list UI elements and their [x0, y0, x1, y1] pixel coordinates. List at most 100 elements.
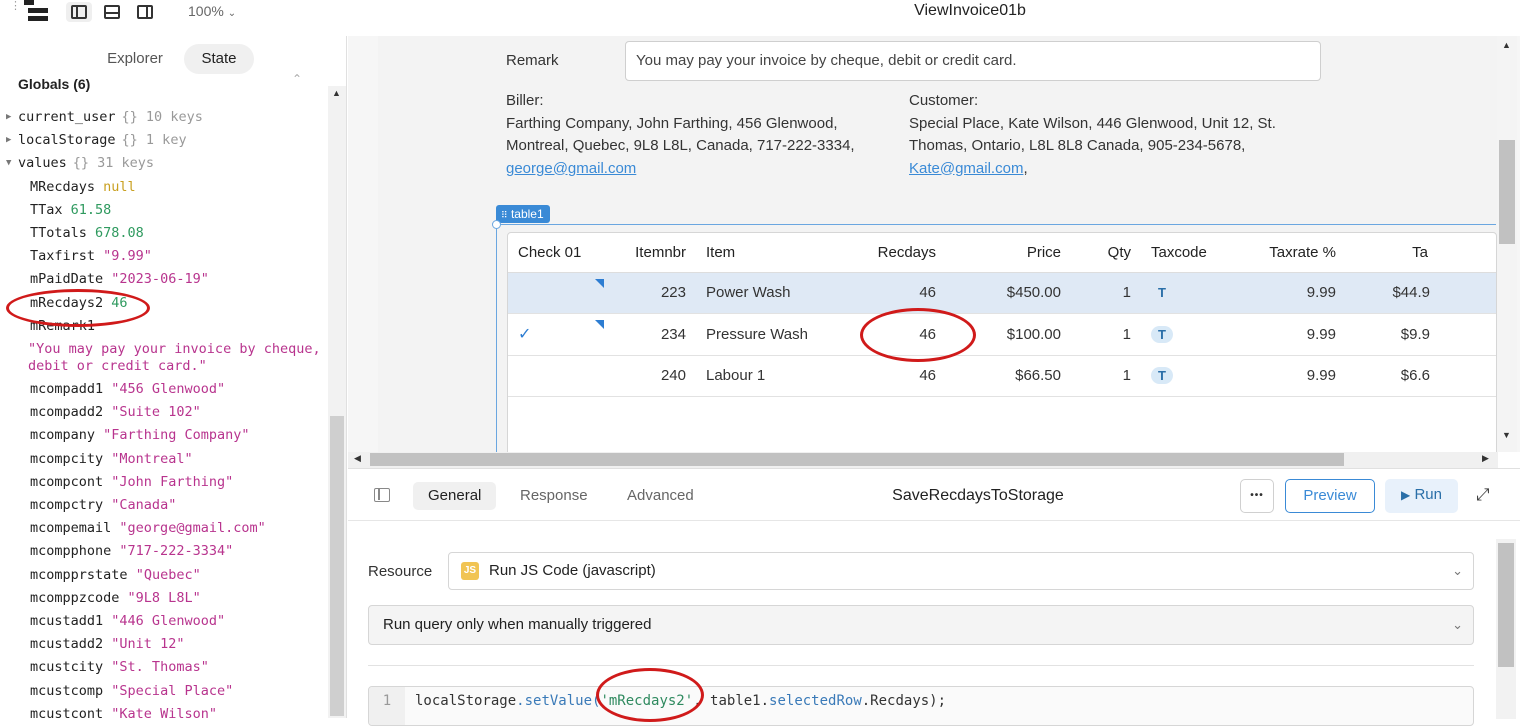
tab-state[interactable]: State — [184, 44, 254, 74]
resource-select[interactable]: JS Run JS Code (javascript) ⌄ — [448, 552, 1474, 590]
canvas-horizontal-scrollbar[interactable]: ◀ ▶ — [348, 452, 1498, 468]
globals-header[interactable]: Globals (6) — [18, 76, 90, 92]
left-scrollbar[interactable]: ▲ — [328, 86, 346, 718]
tree-item[interactable]: mcompctry "Canada" — [0, 494, 325, 517]
tab-explorer[interactable]: Explorer — [92, 44, 178, 74]
customer-email-link[interactable]: Kate@gmail.com — [909, 160, 1023, 177]
annotation-circle — [6, 289, 150, 327]
tree-key: mcustadd1 — [30, 613, 104, 630]
preview-button[interactable]: Preview — [1285, 479, 1375, 513]
tree-item[interactable]: mcompcont "John Farthing" — [0, 471, 325, 494]
tree-item[interactable]: mcompemail "george@gmail.com" — [0, 517, 325, 540]
tree-item[interactable]: TTax 61.58 — [0, 199, 325, 222]
table-row[interactable]: 240 Labour 1 46 $66.50 1 T 9.99 $6.6 — [508, 355, 1496, 397]
cell: 9.99 — [1236, 313, 1346, 356]
run-button[interactable]: ▶ Run — [1385, 479, 1458, 513]
column-header[interactable]: Check 01 — [508, 233, 606, 273]
tree-value: "Farthing Company" — [103, 427, 250, 444]
tree-item[interactable]: mPaidDate "2023-06-19" — [0, 268, 325, 291]
tree-item[interactable]: mcompadd1 "456 Glenwood" — [0, 378, 325, 401]
left-panel: Explorer State Globals (6) ⌃ ▶ current_us… — [0, 36, 347, 718]
tree-item[interactable]: mcompadd2 "Suite 102" — [0, 401, 325, 424]
cell: $6.6 — [1346, 355, 1496, 397]
tree-value: "Suite 102" — [111, 404, 201, 421]
tree-key: mcustcont — [30, 705, 104, 718]
code-token: .Recdays); — [861, 693, 947, 709]
caret-right-icon: ▶ — [6, 135, 12, 146]
scroll-left-icon[interactable]: ◀ — [354, 453, 361, 464]
collapse-icon[interactable]: ⌃ — [292, 72, 302, 86]
expand-icon[interactable]: ⤢ — [1476, 485, 1490, 505]
tree-value: "9L8 L8L" — [127, 589, 201, 606]
tree-key: mcompphone — [30, 543, 112, 560]
tree-item[interactable]: mcustcity "St. Thomas" — [0, 656, 325, 679]
tree-item[interactable]: mcompcity "Montreal" — [0, 448, 325, 471]
tree-item[interactable]: mcomppzcode "9L8 L8L" — [0, 587, 325, 610]
scrollbar-thumb[interactable] — [330, 416, 344, 716]
tree-item[interactable]: mcustadd1 "446 Glenwood" — [0, 610, 325, 633]
scroll-right-icon[interactable]: ▶ — [1482, 453, 1489, 464]
check-cell[interactable] — [508, 272, 606, 314]
cell: Labour 1 — [696, 355, 846, 397]
column-header[interactable]: Taxcode — [1141, 233, 1236, 273]
remark-input[interactable]: You may pay your invoice by cheque, debi… — [625, 41, 1321, 81]
taxcode-badge: T — [1151, 325, 1173, 343]
tree-item[interactable]: TTotals 678.08 — [0, 222, 325, 245]
tree-item[interactable]: Taxfirst "9.99" — [0, 245, 325, 268]
tree-item[interactable]: mcompphone "717-222-3334" — [0, 540, 325, 563]
scroll-down-icon[interactable]: ▼ — [1502, 430, 1511, 440]
tree-meta: {} 31 keys — [72, 155, 155, 172]
tree-value: "Montreal" — [111, 450, 193, 467]
scrollbar-thumb[interactable] — [1498, 543, 1514, 667]
component-tag[interactable]: ⠿ table1 — [496, 205, 550, 223]
cell: 46 — [846, 272, 946, 314]
trigger-select[interactable]: Run query only when manually triggered ⌄ — [368, 605, 1474, 645]
tree-value: "Special Place" — [111, 682, 234, 699]
column-header[interactable]: Ta — [1346, 233, 1496, 273]
tree-item-values[interactable]: ▼ values {} 31 keys — [0, 152, 325, 175]
scrollbar-thumb[interactable] — [370, 453, 1344, 466]
column-header[interactable]: Qty — [1071, 233, 1141, 273]
more-options-button[interactable]: ••• — [1240, 479, 1274, 513]
table-row[interactable]: 223 Power Wash 46 $450.00 1 T 9.99 $44.9 — [508, 272, 1496, 314]
code-token: .setValue( — [516, 693, 601, 709]
annotation-circle — [860, 308, 976, 362]
column-header[interactable]: Recdays — [846, 233, 946, 273]
tree-key: mcompprstate — [30, 566, 128, 583]
tree-value: "2023-06-19" — [111, 271, 209, 288]
column-header[interactable]: Price — [946, 233, 1071, 273]
check-cell[interactable] — [508, 355, 606, 397]
table-row[interactable]: ✓ 234 Pressure Wash 46 $100.00 1 T 9.99 … — [508, 313, 1496, 356]
resource-value: Run JS Code (javascript) — [489, 562, 656, 579]
edited-flag-icon — [595, 320, 604, 329]
tree-item[interactable]: mcompany "Farthing Company" — [0, 424, 325, 447]
tree-key: mPaidDate — [30, 271, 104, 288]
column-header[interactable]: Taxrate % — [1236, 233, 1346, 273]
code-editor[interactable]: 1 localStorage.setValue('mRecdays2', tab… — [368, 686, 1474, 726]
caret-right-icon: ▶ — [6, 112, 12, 122]
canvas-vertical-scrollbar[interactable]: ▲ ▼ — [1497, 36, 1517, 452]
resize-handle[interactable] — [492, 220, 501, 229]
tree-key: mcustadd2 — [30, 636, 104, 653]
scrollbar-thumb[interactable] — [1499, 140, 1515, 244]
tree-item[interactable]: mcompprstate "Quebec" — [0, 564, 325, 587]
query-scrollbar[interactable] — [1496, 539, 1516, 719]
tree-value: "Unit 12" — [111, 636, 185, 653]
column-header[interactable]: Itemnbr — [606, 233, 696, 273]
line-number: 1 — [369, 687, 405, 725]
tree-item[interactable]: mcustcont "Kate Wilson" — [0, 703, 325, 718]
tree-item-localstorage[interactable]: ▶ localStorage {} 1 key — [0, 129, 325, 152]
check-cell[interactable]: ✓ — [508, 313, 606, 356]
tree-item[interactable]: MRecdays null — [0, 176, 325, 199]
tree-item[interactable]: mcustcomp "Special Place" — [0, 680, 325, 703]
tree-item[interactable]: mcustadd2 "Unit 12" — [0, 633, 325, 656]
cell: 223 — [606, 272, 696, 314]
biller-email-link[interactable]: george@gmail.com — [506, 160, 636, 177]
cell: 1 — [1071, 272, 1141, 314]
scroll-up-icon[interactable]: ▲ — [1502, 40, 1511, 50]
tree-item-current-user[interactable]: ▶ current_user {} 10 keys — [0, 106, 325, 129]
cell: $66.50 — [946, 355, 1071, 397]
scroll-up-icon[interactable]: ▲ — [332, 88, 341, 98]
tree-value: "Kate Wilson" — [111, 705, 217, 718]
column-header[interactable]: Item — [696, 233, 846, 273]
